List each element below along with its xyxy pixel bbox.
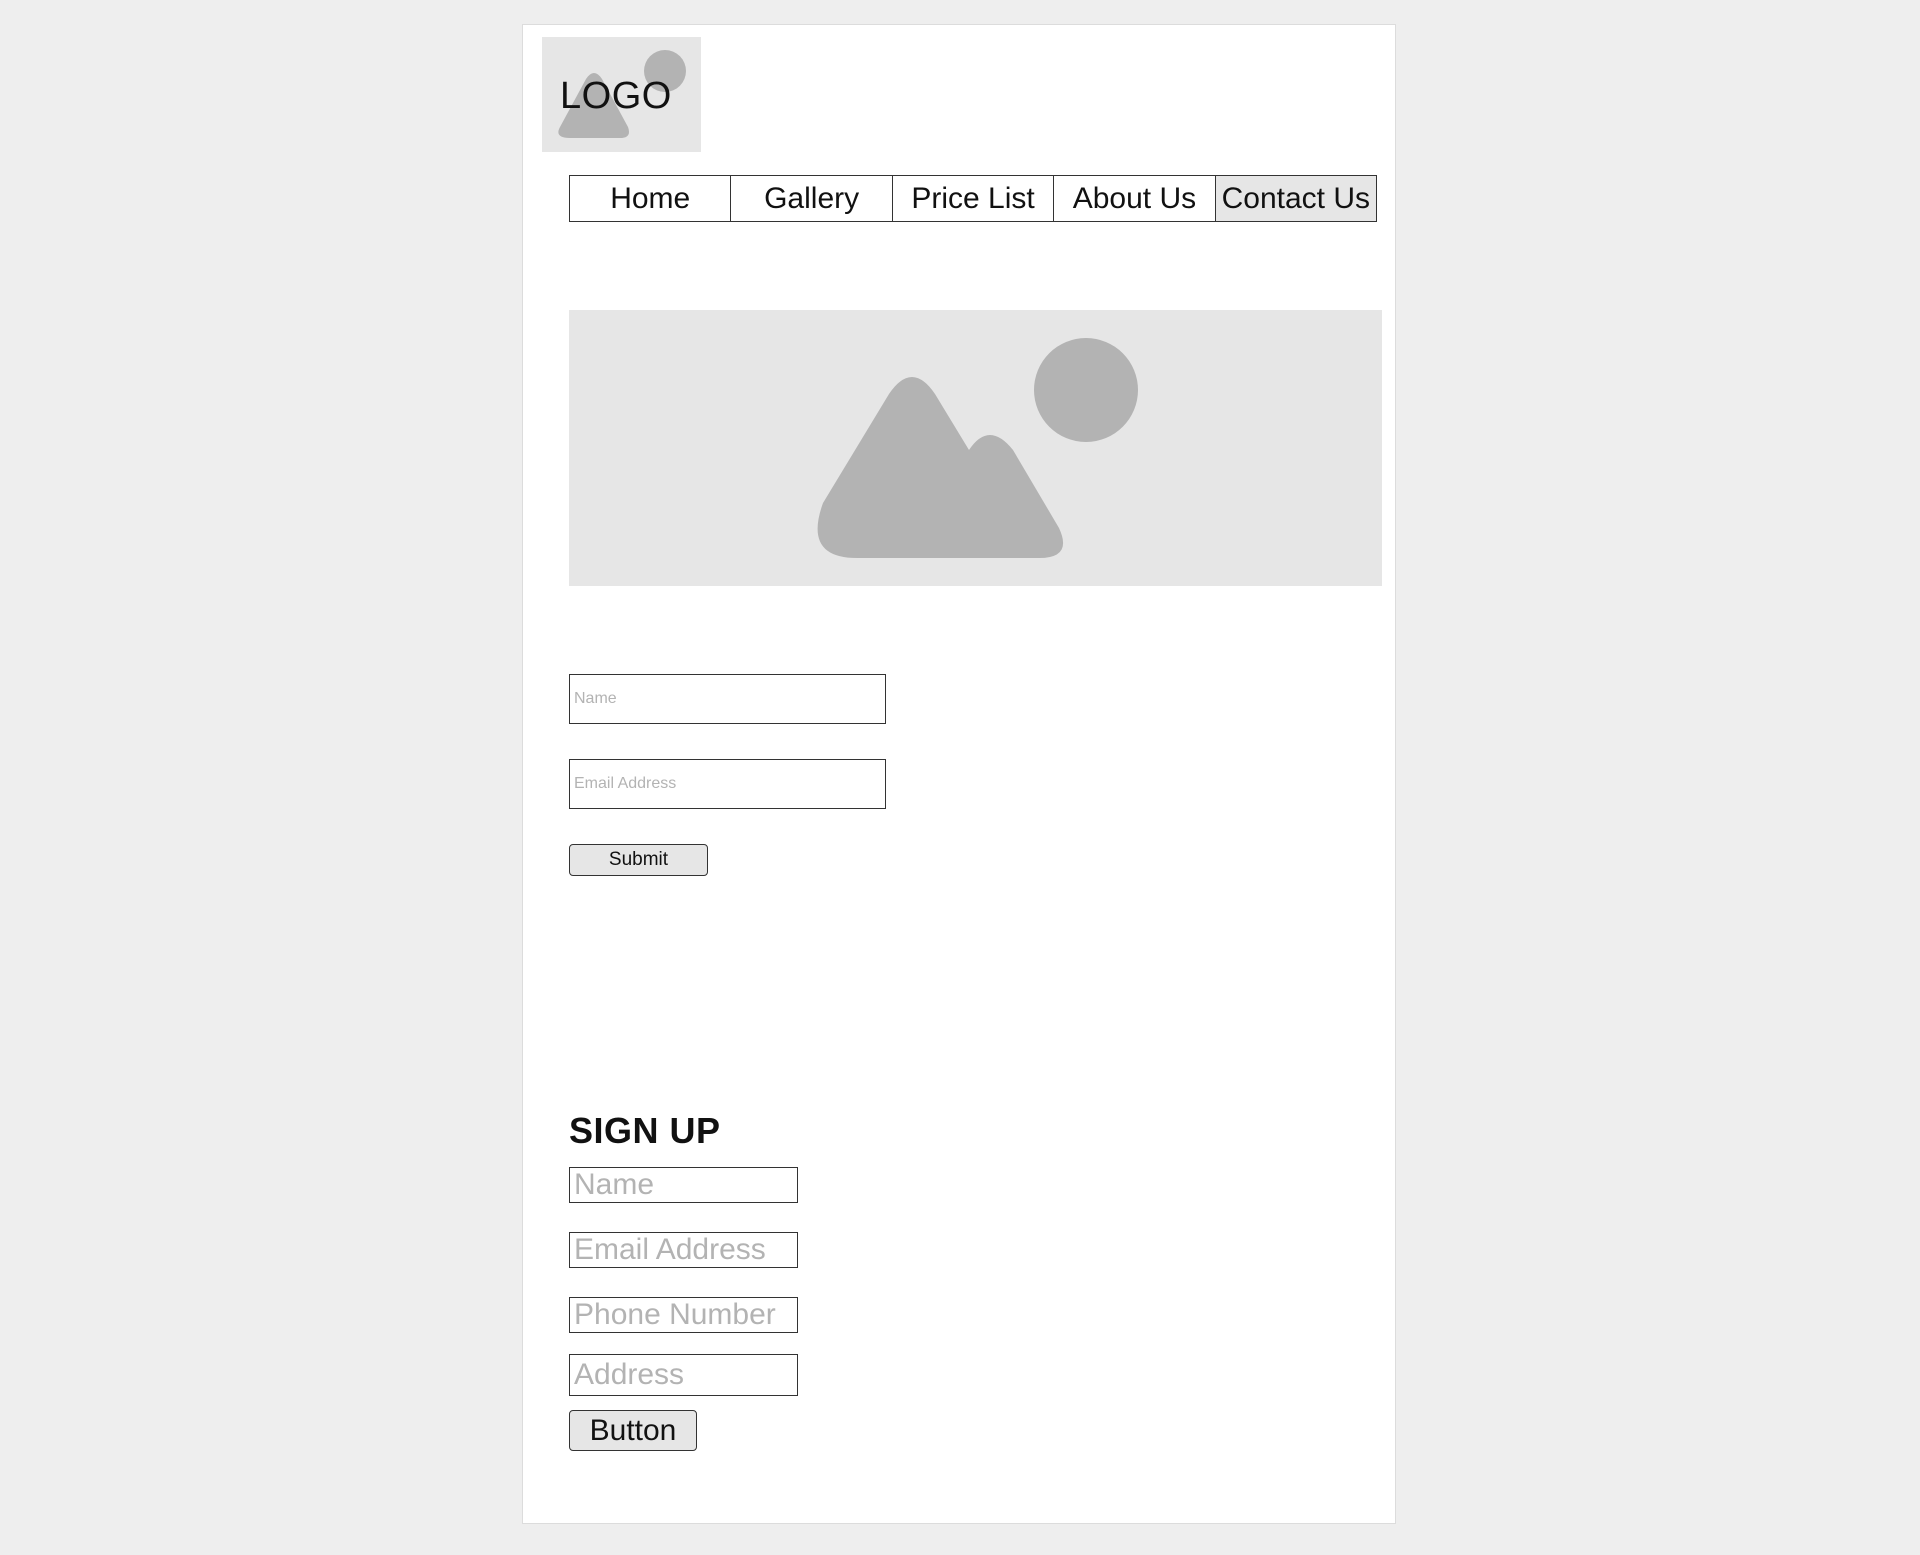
submit-button[interactable]: Submit [569,844,708,876]
signup-address-input[interactable]: Address [569,1354,798,1396]
nav-item-about-us[interactable]: About Us [1054,176,1216,221]
hero-image [569,310,1382,586]
page-canvas: LOGO Home Gallery Price List About Us Co… [522,24,1396,1524]
logo-text: LOGO [560,75,672,117]
signup-button[interactable]: Button [569,1410,697,1451]
image-placeholder-icon [817,338,1138,558]
nav-item-gallery[interactable]: Gallery [731,176,893,221]
logo[interactable]: LOGO [542,37,701,152]
nav-item-home[interactable]: Home [570,176,732,221]
nav-item-contact-us[interactable]: Contact Us [1215,176,1377,221]
signup-email-input[interactable]: Email Address [569,1232,798,1268]
contact-name-input[interactable]: Name [569,674,886,724]
signup-phone-input[interactable]: Phone Number [569,1297,798,1333]
main-nav: Home Gallery Price List About Us Contact… [569,175,1377,222]
contact-email-input[interactable]: Email Address [569,759,886,809]
nav-item-price-list[interactable]: Price List [893,176,1055,221]
signup-name-input[interactable]: Name [569,1167,798,1203]
signup-title: SIGN UP [569,1110,721,1151]
